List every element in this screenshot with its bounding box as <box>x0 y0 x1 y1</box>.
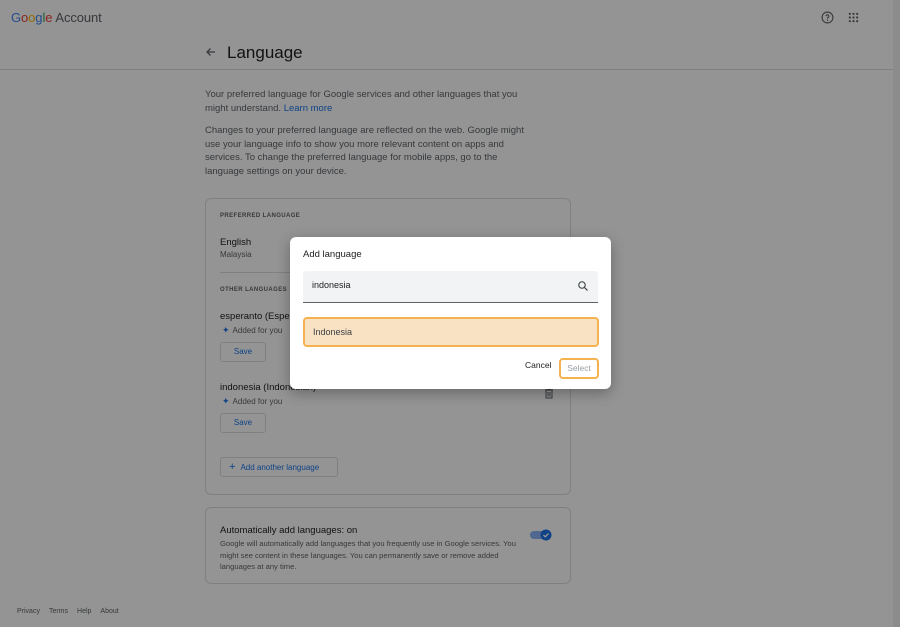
add-language-dialog: Add language Indonesia Cancel Select <box>290 237 611 389</box>
search-result-option[interactable]: Indonesia <box>303 317 599 347</box>
search-result-label: Indonesia <box>313 327 353 337</box>
language-search-input[interactable] <box>312 280 562 290</box>
dialog-title: Add language <box>303 249 362 260</box>
search-icon[interactable] <box>577 280 589 292</box>
language-search-field[interactable] <box>303 271 598 303</box>
select-button[interactable]: Select <box>559 358 599 379</box>
cancel-button[interactable]: Cancel <box>525 360 551 370</box>
